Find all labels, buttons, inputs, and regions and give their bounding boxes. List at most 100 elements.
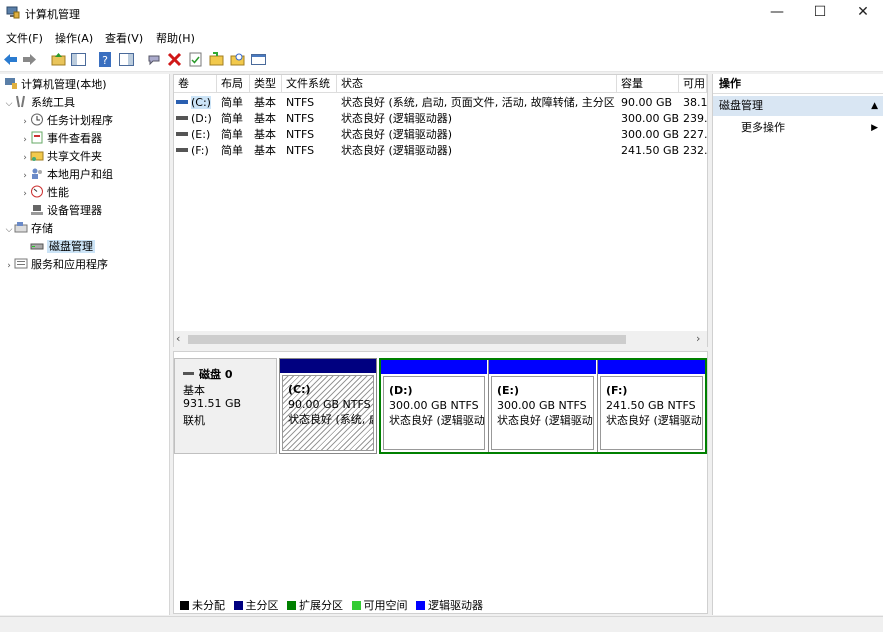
disk-icon [183,372,194,375]
storage-icon [14,222,28,233]
disk-state: 联机 [183,414,205,427]
chevron-right-icon[interactable]: › [4,257,14,275]
tree-item-event-viewer[interactable]: › 事件查看器 [20,130,102,148]
toolbar: ? [0,48,883,72]
computer-management-icon [5,78,17,89]
chevron-down-icon[interactable]: ⌵ [4,221,14,239]
chevron-right-icon[interactable]: › [20,167,30,185]
performance-icon [31,185,43,198]
svg-text:?: ? [102,54,108,67]
tree-item-device-manager[interactable]: 设备管理器 [30,202,102,220]
volume-list: 卷 布局 类型 文件系统 状态 容量 可用 (C:) 简单 基本 NTFS 状态… [173,74,708,347]
forward-arrow-icon[interactable] [21,51,38,68]
chevron-down-icon[interactable]: ⌵ [4,95,14,113]
table-row[interactable]: (E:) 简单 基本 NTFS 状态良好 (逻辑驱动器) 300.00 GB 2… [174,127,707,143]
show-hide-action-pane-icon[interactable] [118,51,135,68]
legend-swatch-free-space [351,600,361,610]
delete-icon[interactable] [166,51,183,68]
event-log-icon [31,131,43,144]
menu-help[interactable]: 帮助(H) [156,30,195,46]
tree-item-shared-folders[interactable]: › 共享文件夹 [20,148,102,166]
users-icon [32,168,42,179]
device-manager-icon [31,205,43,215]
tree-item-disk-management[interactable]: 磁盘管理 [30,238,95,256]
legend-swatch-unallocated [180,600,189,610]
column-header-type[interactable]: 类型 [250,75,282,93]
window-title: 计算机管理 [25,8,80,21]
column-header-layout[interactable]: 布局 [217,75,250,93]
maximize-button[interactable]: ☐ [800,0,840,26]
scrollbar-thumb[interactable] [188,335,626,344]
partition-body: (D:) 300.00 GB NTFS 状态良好 (逻辑驱动 [383,376,485,450]
collapse-up-icon[interactable]: ▲ [871,96,878,116]
tree-item-local-users[interactable]: › 本地用户和组 [20,166,113,184]
disk-graphical-view: 磁盘 0 基本 931.51 GB 联机 (C:) 90.00 GB NTFS … [173,351,708,614]
logical-drive-bar [381,360,487,374]
up-folder-icon[interactable] [50,51,67,68]
disk-info-panel[interactable]: 磁盘 0 基本 931.51 GB 联机 [174,358,277,454]
actions-pane: 操作 磁盘管理 ▲ 更多操作 ▶ [712,74,883,615]
column-header-capacity[interactable]: 容量 [617,75,679,93]
partition-d[interactable]: (D:) 300.00 GB NTFS 状态良好 (逻辑驱动 [381,360,487,452]
close-button[interactable]: ✕ [843,0,883,26]
disk-name: 磁盘 0 [199,368,233,381]
submenu-arrow-icon: ▶ [871,123,878,133]
logical-drive-bar [598,360,705,374]
shared-folder-icon [30,151,44,161]
help-icon[interactable]: ? [97,51,114,68]
connect-icon[interactable] [146,51,163,68]
back-arrow-icon[interactable] [2,51,19,68]
menu-file[interactable]: 文件(F) [6,30,43,46]
partition-body: (E:) 300.00 GB NTFS 状态良好 (逻辑驱动 [491,376,594,450]
minimize-button[interactable]: — [757,0,797,26]
search-folder-icon[interactable] [229,51,246,68]
column-header-free[interactable]: 可用 [679,75,707,93]
properties-icon[interactable] [187,51,204,68]
tree-item-storage[interactable]: ⌵ 存储 [4,220,53,238]
clock-icon [31,113,43,126]
more-actions-item[interactable]: 更多操作 ▶ [713,118,883,138]
scroll-left-icon[interactable]: ‹ [176,332,180,345]
logical-drive-bar [489,360,596,374]
tree-item-root[interactable]: 计算机管理(本地) [4,76,107,94]
partition-f[interactable]: (F:) 241.50 GB NTFS 状态良好 (逻辑驱动 [597,360,705,452]
actions-section-disk-management[interactable]: 磁盘管理 ▲ [713,96,883,116]
chevron-right-icon[interactable]: › [20,113,30,131]
computer-management-icon [6,6,20,19]
title-bar: 计算机管理 — ☐ ✕ [0,0,883,26]
table-row[interactable]: (D:) 简单 基本 NTFS 状态良好 (逻辑驱动器) 300.00 GB 2… [174,111,707,127]
window-view-icon[interactable] [250,51,267,68]
extended-partition: (D:) 300.00 GB NTFS 状态良好 (逻辑驱动 (E:) 300.… [379,358,707,454]
legend-swatch-extended [287,600,296,610]
partition-body: (C:) 90.00 GB NTFS 状态良好 (系统, 启 [282,375,374,451]
partition-e[interactable]: (E:) 300.00 GB NTFS 状态良好 (逻辑驱动 [488,360,596,452]
column-header-volume[interactable]: 卷 [174,75,217,93]
drive-icon [176,148,188,152]
partition-legend: 未分配 主分区 扩展分区 可用空间 逻辑驱动器 [178,597,483,612]
menu-view[interactable]: 查看(V) [105,30,143,46]
tree-item-system-tools[interactable]: ⌵ 系统工具 [4,94,75,112]
chevron-right-icon[interactable]: › [20,149,30,167]
disk-size: 931.51 GB [183,397,242,410]
primary-partition-bar [280,359,376,373]
navigation-tree: 计算机管理(本地) ⌵ 系统工具 › 任务计划程序 › 事件查看器 › 共享文件夹 › 本… [0,74,170,615]
column-header-filesystem[interactable]: 文件系统 [282,75,337,93]
chevron-right-icon[interactable]: › [20,185,30,203]
horizontal-scrollbar[interactable]: ‹ › [174,331,707,347]
tree-item-performance[interactable]: › 性能 [20,184,69,202]
table-row[interactable]: (F:) 简单 基本 NTFS 状态良好 (逻辑驱动器) 241.50 GB 2… [174,143,707,159]
menu-action[interactable]: 操作(A) [55,30,93,46]
show-hide-tree-icon[interactable] [70,51,87,68]
scroll-right-icon[interactable]: › [696,332,700,345]
table-row[interactable]: (C:) 简单 基本 NTFS 状态良好 (系统, 启动, 页面文件, 活动, … [174,95,707,111]
open-folder-icon[interactable] [208,51,225,68]
partition-c[interactable]: (C:) 90.00 GB NTFS 状态良好 (系统, 启 [279,358,377,454]
tools-icon [16,95,25,108]
status-bar [0,616,883,632]
tree-item-task-scheduler[interactable]: › 任务计划程序 [20,112,113,130]
disk-type: 基本 [183,384,205,397]
chevron-right-icon[interactable]: › [20,131,30,149]
column-header-status[interactable]: 状态 [337,75,617,93]
computer-management-window: 计算机管理 — ☐ ✕ 文件(F) 操作(A) 查看(V) 帮助(H) ? 计算… [0,0,883,632]
tree-item-services-apps[interactable]: › 服务和应用程序 [4,256,108,274]
